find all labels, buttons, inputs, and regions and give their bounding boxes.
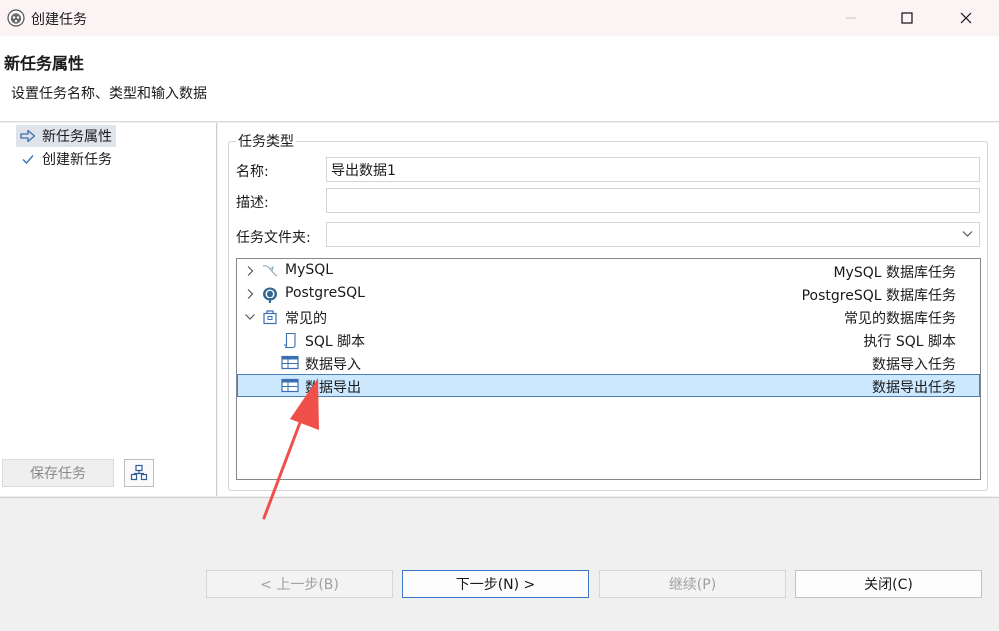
- annotation-arrow: [262, 378, 319, 520]
